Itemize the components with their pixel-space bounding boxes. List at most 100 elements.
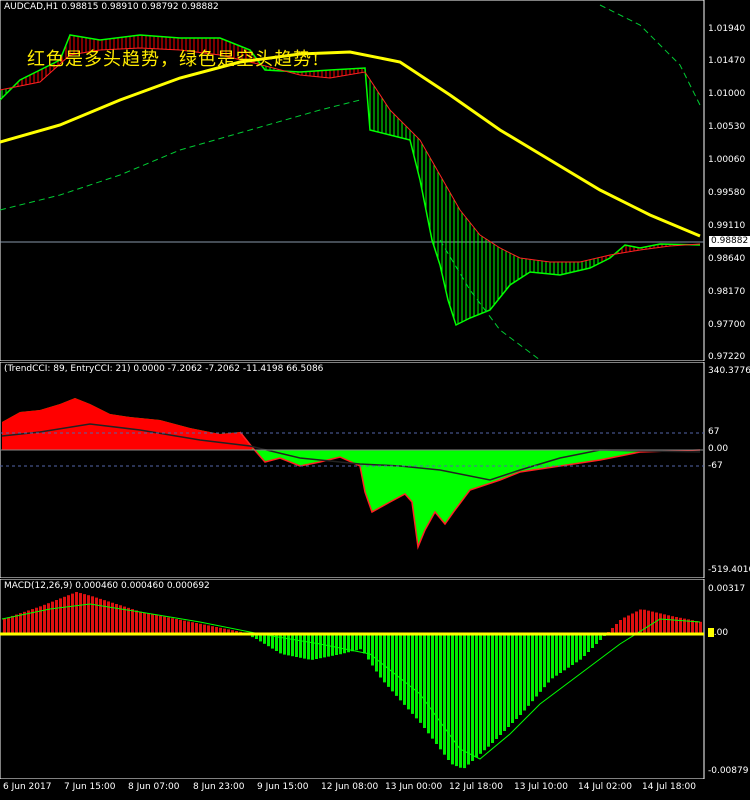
trend-annotation: 红色是多头趋势，绿色是空头趋势! [27, 49, 321, 70]
macd-histogram-bar [71, 593, 74, 634]
macd-histogram-bar [283, 634, 286, 655]
macd-title: MACD(12,26,9) 0.000460 0.000460 0.000692 [4, 581, 210, 591]
macd-histogram-bar [515, 634, 518, 719]
macd-histogram-bar [527, 634, 530, 706]
macd-histogram-bar [151, 614, 154, 634]
macd-histogram-bar [519, 634, 522, 715]
macd-histogram-bar [339, 634, 342, 655]
price-label: 1.00060 [708, 155, 746, 165]
time-label: 13 Jul 10:00 [514, 782, 568, 792]
macd-histogram-bar [671, 616, 674, 634]
macd-histogram-bar [143, 612, 146, 634]
macd-histogram-bar [463, 634, 466, 769]
macd-histogram-bar [647, 610, 650, 634]
time-label: 9 Jun 15:00 [257, 782, 309, 792]
macd-histogram-bar [195, 623, 198, 634]
macd-histogram-bar [659, 613, 662, 634]
time-label: 12 Jul 18:00 [449, 782, 503, 792]
macd-histogram-bar [399, 634, 402, 701]
macd-histogram-bar [539, 634, 542, 692]
cci-top-label: 340.3776 [708, 366, 750, 376]
macd-histogram-bar [359, 634, 362, 650]
macd-histogram-bar [467, 634, 470, 765]
macd-histogram-bar [167, 617, 170, 634]
macd-histogram-bar [3, 618, 6, 634]
macd-histogram-bar [87, 595, 90, 634]
macd-histogram-bar [483, 634, 486, 751]
macd-histogram-bar [315, 634, 318, 659]
macd-histogram-bar [147, 613, 150, 634]
macd-histogram-bar [379, 634, 382, 678]
price-label: 0.97700 [708, 320, 746, 330]
macd-histogram-bar [123, 606, 126, 634]
macd-histogram-bar [155, 615, 158, 634]
macd-histogram-bar [499, 634, 502, 735]
macd-histogram-bar [563, 634, 566, 671]
macd-histogram-bar [523, 634, 526, 711]
macd-histogram-bar [435, 634, 438, 744]
macd-histogram-bar [323, 634, 326, 658]
macd-histogram-bar [363, 634, 366, 654]
macd-histogram-bar [307, 634, 310, 660]
macd-histogram-bar [7, 617, 10, 634]
macd-histogram-bar [75, 592, 78, 634]
macd-histogram-bar [663, 614, 666, 634]
macd-histogram-bar [163, 616, 166, 634]
main-price-pane[interactable]: AUDCAD,H1 0.98815 0.98910 0.98792 0.9888… [0, 0, 750, 362]
macd-chart[interactable] [0, 579, 750, 779]
time-label: 6 Jun 2017 [3, 782, 52, 792]
macd-histogram-bar [643, 609, 646, 634]
price-label: 0.99110 [708, 221, 746, 231]
macd-histogram-bar [531, 634, 534, 702]
price-label: 1.01000 [708, 89, 746, 99]
macd-histogram-bar [627, 615, 630, 634]
price-label: 1.01940 [708, 24, 746, 34]
macd-histogram-bar [695, 621, 698, 634]
macd-histogram-bar [567, 634, 570, 668]
cci-minus67-label: -67 [708, 461, 723, 471]
cci-frame [0, 362, 705, 578]
price-label: 1.00530 [708, 122, 746, 132]
macd-histogram-bar [479, 634, 482, 754]
macd-histogram-bar [555, 634, 558, 676]
macd-histogram-bar [439, 634, 442, 750]
macd-histogram-bar [83, 594, 86, 634]
macd-histogram-bar [699, 621, 702, 634]
macd-histogram-bar [691, 620, 694, 634]
macd-histogram-bar [311, 634, 314, 660]
macd-histogram-bar [487, 634, 490, 747]
macd-histogram-bar [179, 619, 182, 634]
price-label: 0.98170 [708, 287, 746, 297]
macd-histogram-bar [287, 634, 290, 656]
macd-histogram-bar [135, 610, 138, 634]
macd-histogram-bar [291, 634, 294, 657]
time-label: 8 Jun 07:00 [128, 782, 180, 792]
macd-histogram-bar [547, 634, 550, 683]
macd-histogram-bar [475, 634, 478, 758]
macd-pane[interactable]: MACD(12,26,9) 0.000460 0.000460 0.000692… [0, 579, 750, 779]
main-chart-title: AUDCAD,H1 0.98815 0.98910 0.98792 0.9888… [4, 2, 219, 12]
current-price-badge: 0.98882 [709, 236, 750, 247]
macd-histogram-bar [571, 634, 574, 665]
macd-histogram-bar [535, 634, 538, 697]
macd-histogram-bar [587, 634, 590, 652]
macd-histogram-bar [471, 634, 474, 761]
macd-histogram-bar [59, 598, 62, 634]
macd-histogram-bar [375, 634, 378, 672]
macd-histogram-bar [387, 634, 390, 687]
macd-histogram-bar [491, 634, 494, 743]
macd-histogram-bar [319, 634, 322, 659]
macd-histogram-bar [575, 634, 578, 663]
macd-histogram-bar [343, 634, 346, 654]
cci-pane[interactable]: (TrendCCI: 89, EntryCCI: 21) 0.0000 -7.2… [0, 362, 750, 578]
cci-chart[interactable] [0, 362, 750, 578]
macd-histogram-bar [635, 611, 638, 634]
macd-histogram-bar [415, 634, 418, 719]
macd-histogram-bar [23, 611, 26, 634]
macd-histogram-bar [511, 634, 514, 723]
cci-title: (TrendCCI: 89, EntryCCI: 21) 0.0000 -7.2… [4, 364, 324, 374]
time-label: 14 Jul 18:00 [642, 782, 696, 792]
time-label: 8 Jun 23:00 [193, 782, 245, 792]
cci-zero-label: 0.00 [708, 444, 729, 454]
macd-histogram-bar [11, 615, 14, 634]
